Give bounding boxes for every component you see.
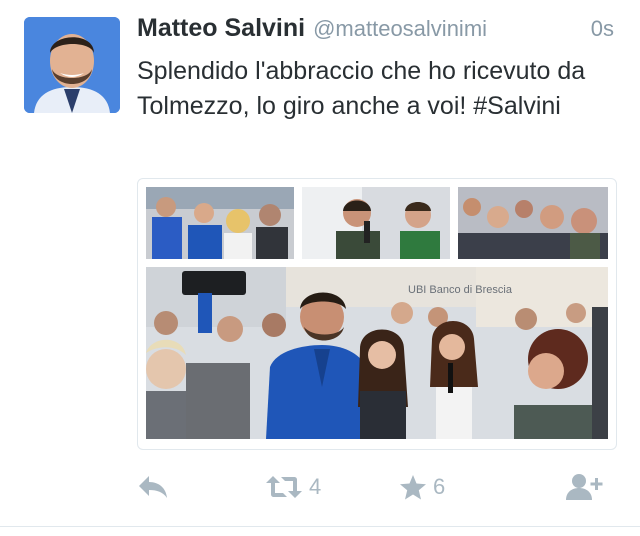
- star-icon: [400, 475, 426, 500]
- avatar[interactable]: [24, 17, 120, 113]
- bank-sign-text: UBI Banco di Brescia: [408, 284, 513, 296]
- author-handle[interactable]: @matteosalvinimi: [313, 16, 487, 41]
- author-name[interactable]: Matteo Salvini: [137, 14, 305, 42]
- photo-thumbnail-crowd-1[interactable]: [146, 187, 294, 259]
- reply-icon: [139, 476, 167, 498]
- retweet-icon: [266, 476, 302, 498]
- photo-thumbnail-interview[interactable]: [302, 187, 450, 259]
- favorite-count: 6: [433, 474, 446, 499]
- media-collage[interactable]: UBI Banco di Brescia: [137, 178, 617, 450]
- retweet-count: 4: [309, 474, 322, 499]
- photo-thumbnail-crowd-2[interactable]: [458, 187, 608, 259]
- tweet-divider: [0, 526, 640, 527]
- photo-main[interactable]: UBI Banco di Brescia: [146, 267, 608, 439]
- favorite-button[interactable]: 6: [399, 470, 445, 504]
- hashtag-link[interactable]: #Salvini: [473, 92, 561, 120]
- follow-button[interactable]: [565, 470, 603, 504]
- tweet-header: Matteo Salvini @matteosalvinimi 0s: [137, 14, 614, 48]
- tweet-card[interactable]: Matteo Salvini @matteosalvinimi 0s Splend…: [0, 0, 640, 536]
- follow-user-icon: [566, 474, 603, 500]
- timestamp[interactable]: 0s: [591, 16, 614, 42]
- avatar-photo: [24, 17, 120, 113]
- tweet-text: Splendido l'abbraccio che ho ricevuto da…: [137, 54, 617, 124]
- reply-button[interactable]: [137, 470, 169, 504]
- retweet-button[interactable]: 4: [265, 470, 321, 504]
- tweet-actions: 4 6: [137, 470, 607, 504]
